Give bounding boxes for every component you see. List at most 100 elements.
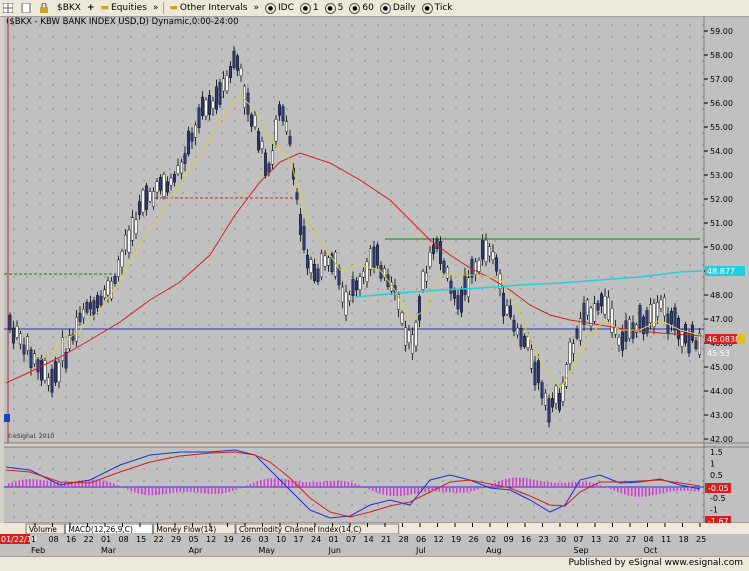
candle-body	[436, 239, 438, 249]
macd-histogram-bar	[393, 487, 395, 496]
macd-histogram-bar	[407, 487, 409, 495]
candle-body	[544, 393, 546, 405]
page-icon[interactable]	[18, 1, 36, 15]
macd-histogram-bar	[320, 482, 322, 487]
macd-histogram-bar	[610, 487, 612, 489]
macd-histogram-bar	[638, 487, 640, 497]
grid-icon[interactable]	[0, 1, 18, 15]
macd-histogram-bar	[642, 487, 644, 497]
grid-dots	[4, 17, 704, 443]
macd-histogram-bar	[414, 487, 416, 494]
macd-histogram-bar	[152, 487, 154, 495]
equities-dropdown[interactable]: ▬Equities	[98, 1, 150, 15]
chart-area[interactable]: ($BKX - KBW BANK INDEX USD,D) Dynamic,0:…	[0, 16, 749, 556]
macd-histogram-bar	[383, 487, 385, 495]
price-tick-label: 48.00	[710, 291, 733, 300]
candle-body	[285, 122, 287, 132]
macd-histogram-bar	[453, 487, 455, 493]
candle-body	[215, 87, 217, 110]
candle-body	[628, 319, 630, 338]
candle-body	[635, 325, 637, 333]
day-label: 23	[539, 535, 549, 544]
candle-body	[222, 79, 224, 91]
candle-body	[506, 306, 508, 314]
day-label: 10	[276, 535, 286, 544]
macd-histogram-bar	[614, 487, 616, 491]
candle-body	[614, 328, 616, 335]
plus-icon[interactable]: +	[84, 1, 98, 15]
macd-histogram-bar	[323, 481, 325, 487]
macd-histogram-bar	[47, 481, 49, 487]
candle-body	[586, 300, 588, 315]
candle-body	[467, 278, 469, 297]
candle-body	[135, 220, 137, 234]
candle-body	[82, 309, 84, 318]
macd-tick-label: -1	[710, 506, 718, 515]
macd-histogram-bar	[278, 478, 280, 487]
day-label: 06	[416, 535, 426, 544]
candle-body	[166, 182, 168, 193]
macd-histogram-bar	[334, 481, 336, 487]
candle-body	[695, 341, 697, 349]
macd-histogram-bar	[481, 487, 483, 488]
candle-body	[9, 315, 11, 330]
candle-body	[404, 328, 406, 346]
candle-body	[481, 241, 483, 260]
candle-body	[527, 337, 529, 348]
candle-body	[170, 178, 172, 185]
day-label: 16	[66, 535, 76, 544]
interval-1-button[interactable]: ●1	[297, 1, 322, 15]
macd-histogram-bar	[523, 478, 525, 487]
macd-histogram-bar	[537, 480, 539, 487]
macd-histogram-bar	[456, 487, 458, 493]
macd-histogram-bar	[180, 487, 182, 492]
macd-histogram-bar	[449, 487, 451, 492]
macd-histogram-bar	[222, 487, 224, 493]
day-label: 16	[521, 535, 531, 544]
macd-histogram-bar	[22, 480, 24, 487]
candle-body	[572, 344, 574, 354]
macd-histogram-bar	[551, 482, 553, 487]
interval-60-button[interactable]: ●60	[346, 1, 376, 15]
macd-histogram-bar	[141, 487, 143, 494]
candle-body	[443, 261, 445, 272]
esignal-link[interactable]: www.esignal.com	[665, 558, 743, 568]
candle-body	[299, 214, 301, 234]
candle-body	[100, 296, 102, 305]
other-intervals-dropdown[interactable]: ▬Other Intervals	[166, 1, 250, 15]
macd-histogram-bar	[600, 485, 602, 487]
study-tab-label: MACD(12,26,9,C)	[68, 525, 133, 534]
macd-histogram-bar	[470, 487, 472, 492]
day-label: 05	[189, 535, 199, 544]
idc-button[interactable]: ●IDC	[262, 1, 297, 15]
macd-histogram-bar	[36, 479, 38, 487]
macd-histogram-bar	[460, 487, 462, 493]
candle-body	[156, 182, 158, 192]
macd-histogram-bar	[183, 487, 185, 492]
interval-5-button[interactable]: ●5	[322, 1, 347, 15]
candle-body	[523, 336, 525, 347]
candle-body	[226, 75, 228, 91]
symbol-input[interactable]: $BKX	[54, 1, 84, 15]
candle-body	[429, 252, 431, 266]
macd-histogram-bar	[617, 487, 619, 492]
macd-histogram-bar	[313, 482, 315, 487]
price-tick-label: 50.00	[710, 243, 733, 252]
candle-body	[163, 174, 165, 196]
macd-histogram-bar	[306, 482, 308, 487]
macd-histogram-bar	[327, 481, 329, 487]
tick-button[interactable]: ●Tick	[419, 1, 456, 15]
macd-histogram-bar	[446, 487, 448, 492]
daily-button[interactable]: ●Daily	[377, 1, 419, 15]
candle-body	[418, 297, 420, 321]
macd-histogram-bar	[530, 479, 532, 487]
lock-icon[interactable]	[36, 1, 54, 15]
macd-histogram-bar	[362, 486, 364, 487]
macd-histogram-bar	[673, 487, 675, 491]
price-tick-label: 52.00	[710, 195, 733, 204]
chart-title: ($BKX - KBW BANK INDEX USD,D) Dynamic,0:…	[6, 17, 238, 27]
nav-marker[interactable]	[4, 414, 10, 422]
candle-body	[208, 95, 210, 114]
idc-label: IDC	[278, 3, 294, 13]
macd-histogram-bar	[145, 487, 147, 495]
